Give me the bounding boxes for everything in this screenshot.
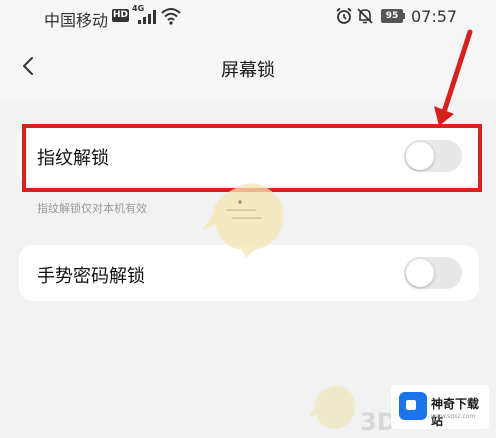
fingerprint-hint: 指纹解锁仅对本机有效 — [37, 202, 147, 215]
mascot-watermark — [202, 183, 284, 258]
site-logo — [399, 392, 427, 420]
battery-indicator: 95 — [381, 9, 403, 23]
notification-muted-icon — [357, 8, 373, 24]
watermark-mascot — [309, 385, 356, 429]
alarm-icon — [336, 7, 352, 24]
fingerprint-unlock-toggle[interactable] — [404, 140, 462, 172]
status-time: 07:57 — [411, 7, 458, 26]
gesture-unlock-toggle[interactable] — [404, 257, 462, 289]
carrier-name: 中国移动 — [44, 11, 109, 30]
wifi-icon — [161, 8, 181, 25]
hd-badge: HD — [112, 9, 129, 22]
battery-tip — [403, 13, 405, 19]
toggle-knob — [406, 142, 434, 170]
page-title: 屏幕锁 — [221, 60, 275, 81]
fingerprint-unlock-label: 指纹解锁 — [37, 148, 109, 169]
site-badge: 神奇下载站 www.sqxz.com — [391, 385, 489, 429]
site-url: www.sqxz.com — [431, 413, 476, 420]
gesture-unlock-label: 手势密码解锁 — [37, 266, 145, 287]
signal-icon — [138, 10, 156, 24]
toggle-knob — [406, 259, 434, 287]
header-bar: 屏幕锁 — [0, 36, 496, 100]
site-name: 神奇下载站 — [431, 397, 480, 428]
status-bar: 中国移动 HD 4G 95 07:57 — [0, 0, 496, 36]
fingerprint-unlock-row[interactable]: 指纹解锁 — [19, 124, 479, 186]
